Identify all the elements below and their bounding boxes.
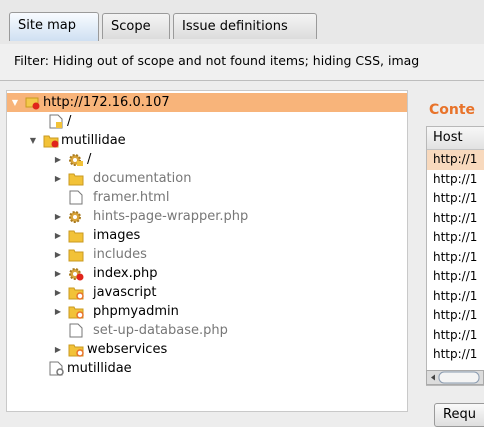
tree-node-label: http://172.16.0.107 [43, 95, 170, 110]
host-error-icon [25, 95, 41, 110]
collapse-toggle[interactable]: ▶ [53, 245, 63, 264]
table-row[interactable]: http://1 [427, 228, 484, 248]
folder-icon [68, 228, 84, 243]
table-row[interactable]: http://1 [427, 287, 484, 307]
tree-node-label: hints-page-wrapper.php [93, 209, 249, 224]
folder-error-icon [43, 133, 59, 148]
tree-node-label: framer.html [93, 190, 170, 205]
collapse-toggle[interactable]: ▶ [53, 226, 63, 245]
collapse-toggle[interactable]: ▶ [53, 302, 63, 321]
tree-node-host[interactable]: ▼ http://172.16.0.107 [7, 93, 407, 112]
tree-node-label: webservices [87, 342, 168, 357]
tab-site-map[interactable]: Site map [9, 12, 99, 41]
tree-node-label: mutillidae [61, 133, 126, 148]
collapse-toggle[interactable]: ▶ [53, 264, 63, 283]
table-row[interactable]: http://1 [427, 209, 484, 229]
filter-bar[interactable]: Filter: Hiding out of scope and not foun… [0, 44, 484, 81]
file-icon [48, 114, 64, 129]
request-button[interactable]: Requ [434, 403, 484, 427]
collapse-toggle[interactable]: ▶ [53, 169, 63, 188]
tree-node-label: index.php [93, 266, 158, 281]
tree-node-label: includes [93, 247, 147, 262]
tree-node-label: mutillidae [67, 361, 132, 376]
expand-toggle[interactable]: ▼ [28, 131, 38, 150]
contents-title: Conte [429, 102, 476, 118]
tree-node-label: set-up-database.php [93, 323, 228, 338]
folder-icon [68, 171, 84, 186]
file-icon [68, 190, 84, 205]
folder-icon [68, 247, 84, 262]
gear-error-icon [68, 266, 84, 281]
contents-table[interactable]: Host http://1 http://1 http://1 http://1… [426, 126, 484, 386]
table-row[interactable]: http://1 [427, 150, 484, 170]
folder-info-icon [68, 285, 84, 300]
tree-node-label: javascript [93, 285, 157, 300]
tree-node-label: phpmyadmin [93, 304, 179, 319]
column-header-host[interactable]: Host [427, 127, 484, 150]
table-row[interactable]: http://1 [427, 326, 484, 346]
file-info-icon [48, 361, 64, 376]
collapse-toggle[interactable]: ▶ [53, 283, 63, 302]
tree-node-label: images [93, 228, 141, 243]
filter-text: Filter: Hiding out of scope and not foun… [14, 53, 420, 68]
tree-node-label: documentation [93, 171, 192, 186]
collapse-toggle[interactable]: ▶ [53, 340, 63, 359]
tab-bar: Site map Scope Issue definitions [0, 0, 484, 45]
table-row[interactable]: http://1 [427, 170, 484, 190]
expand-toggle[interactable]: ▼ [10, 93, 20, 112]
tab-scope[interactable]: Scope [102, 13, 170, 39]
scroll-left-arrow-icon [431, 371, 480, 384]
table-row[interactable]: http://1 [427, 345, 484, 365]
folder-info-icon [68, 304, 84, 319]
collapse-toggle[interactable]: ▶ [53, 207, 63, 226]
tree-node-label: / [87, 152, 92, 167]
horizontal-scrollbar[interactable] [426, 370, 484, 385]
gear-icon [68, 209, 84, 224]
folder-info-icon [68, 342, 84, 357]
tab-issue-definitions[interactable]: Issue definitions [173, 13, 317, 39]
table-row[interactable]: http://1 [427, 267, 484, 287]
file-icon [68, 323, 84, 338]
contents-panel: Conte Host http://1 http://1 http://1 ht… [416, 90, 484, 427]
collapse-toggle[interactable]: ▶ [53, 150, 63, 169]
gear-icon [68, 152, 84, 167]
tree-node-label: / [67, 114, 72, 129]
table-row[interactable]: http://1 [427, 306, 484, 326]
table-row[interactable]: http://1 [427, 189, 484, 209]
table-row[interactable]: http://1 [427, 248, 484, 268]
site-map-tree[interactable]: ▼ http://172.16.0.107 / ▼ mutillidae ▶ /… [6, 90, 408, 412]
